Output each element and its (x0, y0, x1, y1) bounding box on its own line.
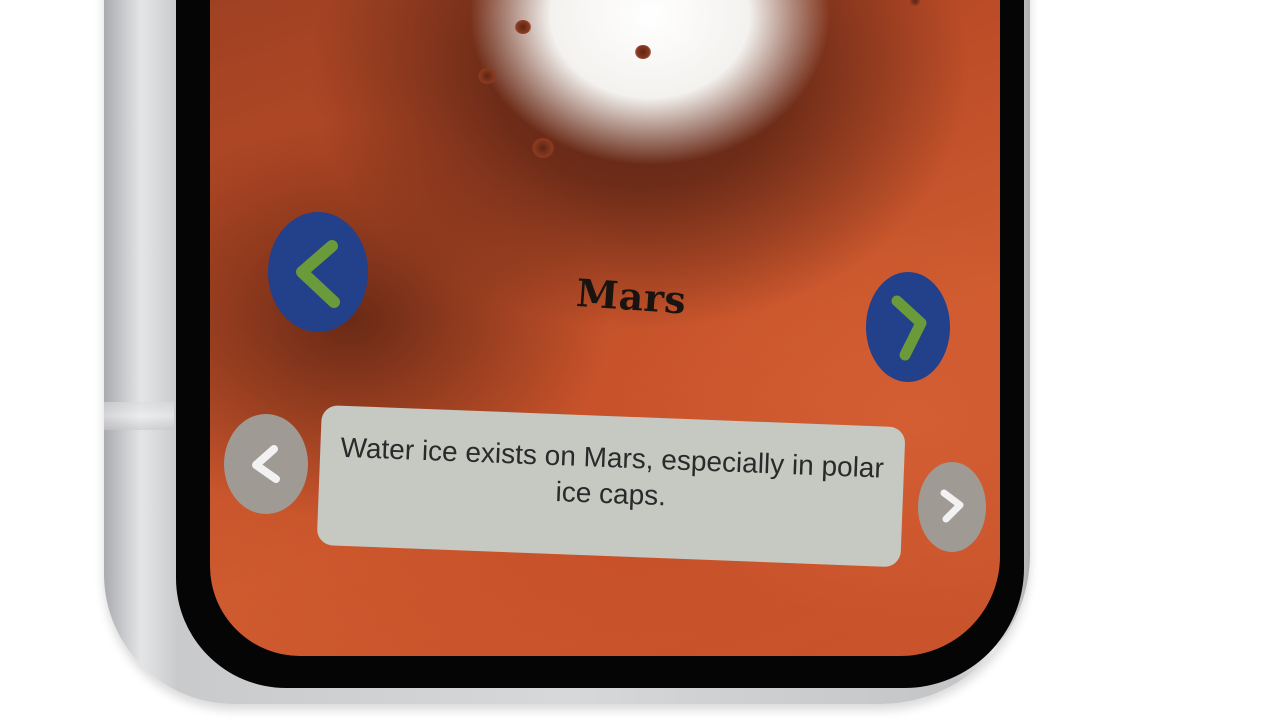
phone-side-band (104, 402, 174, 430)
planet-title: Mars (574, 270, 688, 323)
fact-card: Water ice exists on Mars, especially in … (316, 405, 906, 568)
surface-crater (910, 0, 920, 6)
chevron-right-icon (891, 295, 927, 361)
chevron-right-icon (940, 489, 964, 523)
surface-crater (532, 138, 554, 158)
previous-fact-button[interactable] (224, 414, 308, 514)
device-mockup: Mars Water ice exists on Mars, especiall… (0, 0, 1280, 720)
chevron-left-icon (252, 445, 280, 483)
surface-crater (478, 68, 496, 84)
fact-text: Water ice exists on Mars, especially in … (339, 431, 885, 512)
chevron-left-icon (296, 240, 340, 308)
next-planet-button[interactable] (866, 272, 950, 382)
previous-planet-button[interactable] (268, 212, 368, 332)
surface-crater (515, 20, 531, 34)
surface-crater (635, 45, 651, 59)
next-fact-button[interactable] (918, 462, 986, 552)
